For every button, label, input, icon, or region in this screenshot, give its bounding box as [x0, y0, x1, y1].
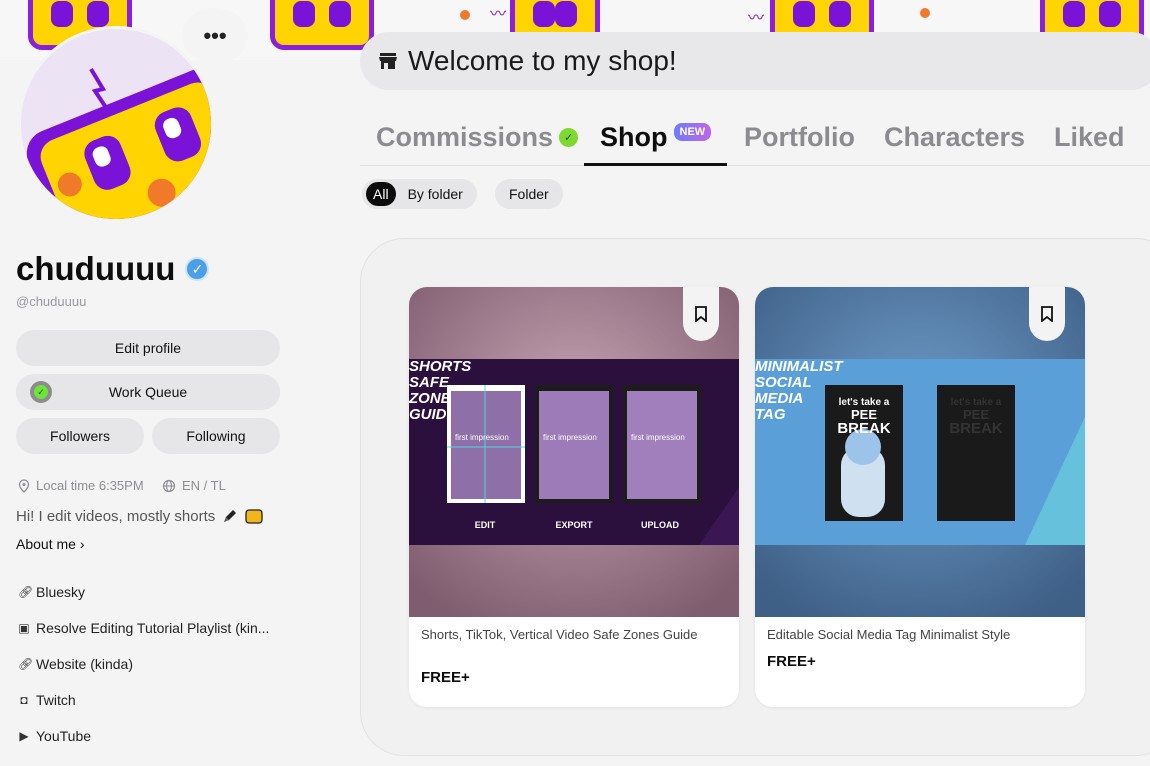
profile-username: chuduuuu ✓	[16, 250, 210, 288]
username-text: chuduuuu	[16, 250, 176, 287]
tab-label: Commissions	[376, 122, 554, 152]
followers-label: Followers	[50, 428, 110, 444]
svg-text:MEDIA: MEDIA	[755, 390, 803, 407]
link-icon: 🔗︎	[18, 657, 34, 671]
svg-text:SHORTS: SHORTS	[409, 358, 471, 375]
location-pin-icon	[18, 478, 30, 493]
local-time: Local time 6:35PM	[18, 478, 144, 493]
tab-liked[interactable]: Liked	[1054, 122, 1125, 153]
tab-characters[interactable]: Characters	[884, 122, 1025, 153]
twitch-icon: ◘	[20, 693, 28, 707]
link-bluesky[interactable]: 🔗︎ Bluesky	[18, 584, 288, 600]
product-title: Editable Social Media Tag Minimalist Sty…	[767, 627, 1011, 642]
followers-button[interactable]: Followers	[16, 418, 144, 454]
new-badge: NEW	[673, 122, 712, 141]
globe-icon	[162, 479, 176, 492]
tab-label: Portfolio	[744, 122, 855, 152]
avatar[interactable]	[18, 26, 214, 222]
svg-text:SAFE: SAFE	[409, 374, 450, 391]
product-price: FREE+	[767, 653, 816, 670]
svg-text:UPLOAD: UPLOAD	[641, 520, 680, 530]
svg-text:BREAK: BREAK	[949, 420, 1003, 437]
tab-commissions[interactable]: Commissions ✓	[376, 122, 579, 153]
profile-handle: @chuduuuu	[16, 294, 87, 309]
following-button[interactable]: Following	[152, 418, 280, 454]
svg-text:MINIMALIST: MINIMALIST	[755, 358, 844, 375]
svg-text:TAG: TAG	[755, 406, 786, 423]
banner-spark-icon: 〰	[490, 6, 507, 23]
edit-profile-button[interactable]: Edit profile	[16, 330, 280, 366]
svg-text:EXPORT: EXPORT	[555, 520, 593, 530]
svg-text:SOCIAL: SOCIAL	[755, 374, 812, 391]
profile-tabs: Commissions ✓ Shop NEW Portfolio Character…	[360, 118, 1150, 166]
pen-emoji-icon	[224, 510, 237, 522]
svg-text:first impression: first impression	[455, 433, 509, 442]
svg-text:first impression: first impression	[543, 433, 597, 442]
link-icon: 🔗︎	[18, 585, 34, 599]
shop-title: Welcome to my shop!	[408, 45, 677, 76]
avatar-character-icon	[21, 29, 211, 219]
video-icon: ▣	[18, 621, 30, 635]
clapper-emoji-icon	[245, 509, 263, 524]
edit-profile-label: Edit profile	[114, 340, 182, 356]
product-price: FREE+	[421, 669, 470, 686]
verified-badge-icon: ✓	[185, 257, 210, 281]
link-label: YouTube	[36, 728, 92, 744]
storefront-icon	[379, 53, 397, 69]
svg-text:EDIT: EDIT	[475, 520, 496, 530]
svg-text:ZONE: ZONE	[409, 390, 452, 407]
link-resolve-playlist[interactable]: ▣ Resolve Editing Tutorial Playlist (kin.…	[18, 620, 288, 636]
link-label: Twitch	[36, 692, 76, 708]
filter-all-button[interactable]: All	[366, 182, 396, 206]
about-me-label: About me	[16, 536, 76, 552]
more-dots-icon: •••	[203, 23, 227, 48]
following-label: Following	[186, 428, 246, 444]
filter-toggle: All By folder	[362, 179, 477, 209]
banner-dot	[460, 10, 470, 20]
tab-shop[interactable]: Shop NEW	[600, 122, 712, 153]
work-queue-label: Work Queue	[108, 384, 188, 400]
link-label: Website (kinda)	[36, 656, 134, 672]
tab-label: Characters	[884, 122, 1026, 152]
tab-portfolio[interactable]: Portfolio	[744, 122, 855, 153]
work-queue-check-icon: ✓	[30, 381, 52, 403]
bookmark-icon[interactable]	[683, 287, 719, 341]
product-card[interactable]: MINIMALIST SOCIAL MEDIA TAG let's take a…	[755, 287, 1085, 707]
shop-header: Welcome to my shop!	[360, 32, 1150, 90]
folder-button[interactable]: Folder	[495, 179, 563, 209]
banner-dot	[920, 8, 930, 18]
commissions-open-check-icon: ✓	[559, 128, 579, 147]
local-time-text: Local time 6:35PM	[36, 478, 144, 493]
link-website[interactable]: 🔗︎ Website (kinda)	[18, 656, 288, 672]
about-me-link[interactable]: About me ›	[16, 536, 85, 552]
bio-text: Hi! I edit videos, mostly shorts	[16, 507, 216, 525]
banner-spark-icon: 〰	[748, 10, 765, 27]
languages: EN / TL	[162, 478, 226, 493]
languages-text: EN / TL	[182, 478, 226, 493]
more-options-button[interactable]: •••	[182, 8, 248, 64]
active-tab-indicator	[584, 163, 727, 166]
link-twitch[interactable]: ◘ Twitch	[18, 692, 288, 708]
tab-label: Liked	[1054, 122, 1125, 152]
svg-text:BREAK: BREAK	[837, 420, 891, 437]
link-youtube[interactable]: ▶ YouTube	[18, 728, 288, 744]
link-label: Resolve Editing Tutorial Playlist (kin..…	[36, 620, 270, 636]
youtube-icon: ▶	[19, 729, 29, 743]
chevron-right-icon: ›	[79, 536, 85, 552]
folder-label: Folder	[509, 186, 549, 202]
tab-label: Shop	[600, 122, 668, 152]
svg-text:first impression: first impression	[631, 433, 685, 442]
link-label: Bluesky	[36, 584, 86, 600]
banner-character	[270, 0, 374, 50]
bookmark-icon[interactable]	[1029, 287, 1065, 341]
product-title: Shorts, TikTok, Vertical Video Safe Zone…	[421, 627, 698, 642]
work-queue-button[interactable]: ✓ Work Queue	[16, 374, 280, 410]
filter-by-folder-button[interactable]: By folder	[408, 186, 463, 202]
product-card[interactable]: SHORTS SAFE ZONE GUIDE first impression …	[409, 287, 739, 707]
profile-bio: Hi! I edit videos, mostly shorts	[16, 507, 263, 525]
